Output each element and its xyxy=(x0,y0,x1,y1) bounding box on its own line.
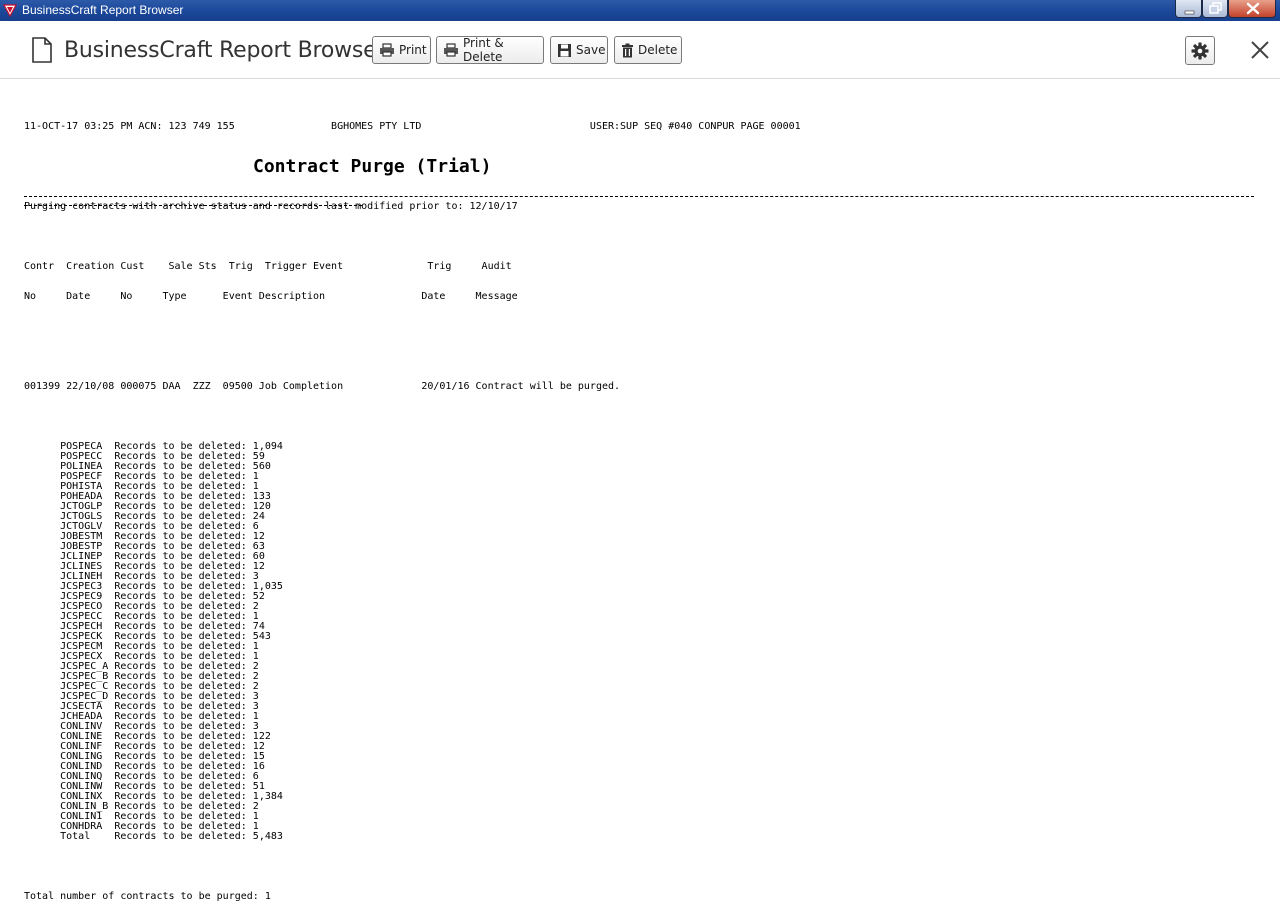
contract-row: 001399 22/10/08 000075 DAA ZZZ 09500 Job… xyxy=(24,381,621,392)
maximize-button[interactable] xyxy=(1202,0,1228,18)
detail-record-count: 5,483 xyxy=(252,831,283,842)
minimize-icon xyxy=(1184,10,1195,15)
detail-list: POSPECA Records to be deleted: 1,094 POS… xyxy=(24,442,801,842)
print-delete-button[interactable]: Print & Delete xyxy=(436,36,544,64)
report-header-line: 11-OCT-17 03:25 PM ACN: 123 749 155 BGHO… xyxy=(24,121,801,132)
restore-icon xyxy=(1209,2,1222,14)
page-title: BusinessCraft Report Browser xyxy=(64,38,386,63)
trash-icon xyxy=(622,43,633,57)
detail-table-name: Total xyxy=(24,831,115,842)
report-content: 11-OCT-17 03:25 PM ACN: 123 749 155 BGHO… xyxy=(24,102,801,912)
settings-button[interactable] xyxy=(1185,36,1215,65)
save-button-label: Save xyxy=(576,43,606,57)
report-criteria: Purging contracts with archive status an… xyxy=(24,201,518,212)
delete-button-label: Delete xyxy=(638,43,678,57)
detail-records-label: Records to be deleted: xyxy=(114,831,253,842)
printer-icon xyxy=(380,43,394,57)
document-icon xyxy=(32,37,52,63)
app-header: BusinessCraft Report Browser Print Print… xyxy=(0,21,1280,79)
print-button[interactable]: Print xyxy=(372,36,431,64)
printer-icon xyxy=(444,43,458,57)
report-title: Contract Purge (Trial) xyxy=(253,156,492,177)
app-logo-icon xyxy=(3,4,17,17)
report-footer: Total number of contracts to be purged: … xyxy=(24,891,271,902)
minimize-button[interactable] xyxy=(1175,0,1202,18)
window-close-button[interactable] xyxy=(1228,0,1276,18)
detail-row: Total Records to be deleted: 5,483 xyxy=(24,832,801,842)
save-button[interactable]: Save xyxy=(550,36,608,64)
header-separator xyxy=(24,196,1254,197)
column-header-row-1: Contr Creation Cust Sale Sts Trig Trigge… xyxy=(24,261,512,272)
contract-separator xyxy=(24,205,362,206)
delete-button[interactable]: Delete xyxy=(614,36,682,64)
print-button-label: Print xyxy=(399,43,427,57)
window-title: BusinessCraft Report Browser xyxy=(22,3,184,17)
column-header-row-2: No Date No Type Event Description Date M… xyxy=(24,291,518,302)
print-delete-button-label: Print & Delete xyxy=(463,36,504,64)
gear-icon xyxy=(1191,42,1209,59)
close-icon xyxy=(1246,2,1260,15)
window-title-bar[interactable]: BusinessCraft Report Browser xyxy=(0,0,1280,21)
close-report-icon[interactable] xyxy=(1249,39,1271,61)
floppy-disk-icon xyxy=(558,43,571,57)
